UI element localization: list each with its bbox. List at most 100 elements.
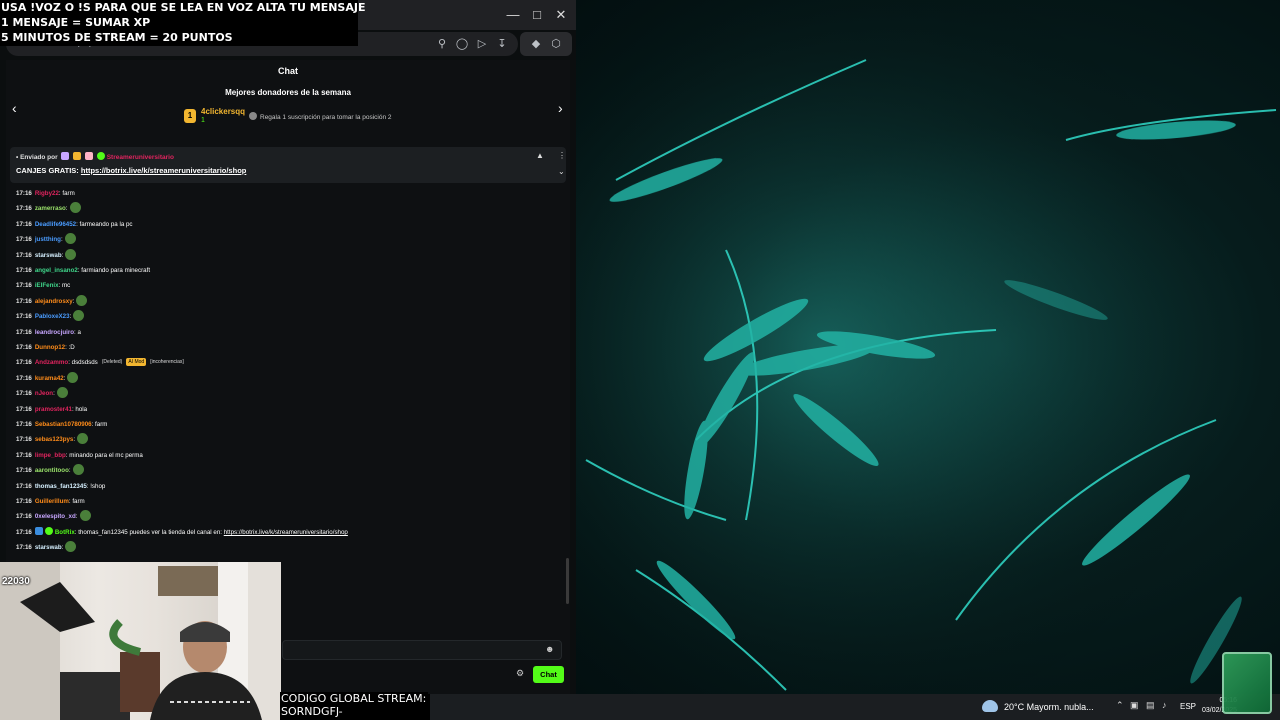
message-username[interactable]: justthing — [35, 236, 61, 243]
emote-icon — [56, 387, 68, 399]
message-username[interactable]: aarontitooo — [35, 467, 69, 474]
volume-icon[interactable]: ♪ — [1162, 700, 1167, 710]
message-text: : farmeando pa la pc — [76, 220, 133, 228]
message-username[interactable]: PabloxeX23 — [35, 313, 70, 320]
message-username[interactable]: Rigby22 — [35, 190, 59, 197]
language-indicator[interactable]: ESP — [1180, 702, 1196, 711]
message-text: : farm — [58, 190, 75, 197]
scrollbar[interactable] — [566, 558, 569, 604]
message-time: 17:16 — [16, 297, 32, 305]
desktop-wallpaper — [576, 0, 1280, 694]
chat-input[interactable]: ☻ — [282, 640, 562, 660]
message-link[interactable]: https://botrix.live/k/streameruniversita… — [224, 529, 348, 536]
message-username[interactable]: nJeon — [35, 390, 53, 397]
pinned-label: CANJES GRATIS: — [16, 166, 79, 175]
pinned-sender: • Enviado por Streameruniversitario — [16, 152, 174, 161]
message-username[interactable]: limpe_bbp — [35, 452, 66, 459]
cube-icon[interactable]: ⬡ — [548, 36, 564, 52]
message-text: : — [61, 251, 64, 259]
message-time: 17:16 — [16, 251, 32, 259]
send-chat-button[interactable]: Chat — [533, 666, 564, 683]
message-username[interactable]: Andzammo — [35, 359, 68, 366]
message-username[interactable]: zamerraso — [35, 205, 66, 212]
message-username[interactable]: starswab — [35, 252, 62, 259]
gear-icon[interactable]: ⚙ — [516, 668, 524, 679]
message-username[interactable]: 0xelespito_xd — [35, 513, 76, 520]
info-icon — [249, 112, 257, 120]
chat-message: 17:16 thomas_fan12345: !shop — [16, 480, 105, 494]
verified-icon — [96, 152, 105, 160]
donor-name[interactable]: 4clickersqq — [201, 107, 245, 116]
minimize-icon[interactable]: — — [504, 6, 522, 24]
message-text: : !shop — [86, 482, 106, 490]
pinned-username[interactable]: Streameruniversitario — [107, 154, 174, 161]
badge-icon — [61, 152, 70, 160]
chevron-up-icon[interactable]: ⌃ — [1116, 700, 1124, 711]
message-time: 17:16 — [16, 513, 32, 521]
chat-message: 17:16 Sebastian10780906: farm — [16, 418, 107, 432]
download-icon[interactable]: ↧ — [494, 36, 510, 52]
message-text: : dsdsdsds — [68, 359, 98, 367]
cloud-icon[interactable] — [982, 700, 998, 712]
message-username[interactable]: Guillerillum — [35, 498, 69, 505]
chevron-left-icon[interactable]: ‹ — [12, 100, 17, 116]
donor-prompt-text: Regala 1 suscripción para tomar la posic… — [260, 114, 392, 121]
message-username[interactable]: sebas123pys — [35, 436, 74, 443]
message-username[interactable]: Dunnop12 — [35, 344, 65, 351]
message-time: 17:16 — [16, 482, 32, 490]
message-text: : — [65, 205, 68, 213]
overlay-line-1: USA !VOZ O !S PARA QUE SE LEA EN VOZ ALT… — [1, 1, 366, 14]
crown-icon — [73, 152, 82, 160]
message-username[interactable]: Sebastian10780906 — [35, 421, 92, 428]
message-username[interactable]: leandrocjuiro — [35, 329, 74, 336]
message-username[interactable]: kurama42 — [35, 375, 64, 382]
message-text: : — [61, 544, 64, 552]
network-icon[interactable]: ▤ — [1146, 700, 1155, 711]
chevron-down-icon[interactable]: ⌄ — [558, 167, 565, 176]
emote-icon — [72, 464, 84, 476]
pinned-link[interactable]: https://botrix.live/k/streameruniversita… — [81, 166, 246, 175]
chat-message: 17:16 Andzammo: dsdsdsds (Deleted) AI Mod [i… — [16, 356, 186, 370]
emoji-icon[interactable]: ☻ — [545, 644, 554, 654]
message-time: 17:16 — [16, 498, 32, 505]
message-username[interactable]: starswab — [35, 544, 62, 551]
chat-title: Chat — [278, 66, 298, 76]
chat-message: 17:16 Dunnop12: :D — [16, 341, 75, 355]
message-username[interactable]: Deadlife96452 — [35, 221, 76, 228]
shield-icon[interactable]: ◯ — [454, 36, 470, 52]
zoom-icon[interactable]: ⚲ — [434, 36, 450, 52]
fern-image — [576, 0, 1280, 694]
chevron-right-icon[interactable]: › — [558, 100, 563, 116]
extensions-area: ◆ ⬡ — [520, 32, 572, 56]
chat-message: 17:16 justthing: — [16, 233, 76, 247]
message-username[interactable]: alejandrosxy — [35, 298, 73, 305]
message-username[interactable]: pramoster41 — [35, 406, 72, 413]
extension-icon[interactable]: ◆ — [528, 36, 544, 52]
maximize-icon[interactable]: □ — [528, 6, 546, 24]
message-username[interactable]: iElFenix — [35, 282, 59, 289]
global-code: CODIGO GLOBAL STREAM: SORNDGFJ- — [280, 692, 428, 720]
donor-prompt: Regala 1 suscripción para tomar la posic… — [249, 112, 392, 121]
pinned-message: • Enviado por Streameruniversitario CANJ… — [10, 147, 566, 183]
message-time: 17:16 — [16, 405, 32, 413]
message-time: 17:16 — [16, 190, 32, 197]
weather-text[interactable]: 20°C Mayorm. nubla... — [1004, 702, 1094, 712]
close-icon[interactable]: ✕ — [552, 6, 570, 24]
more-options-icon[interactable]: ⋮ — [558, 151, 566, 160]
tray-app-icon[interactable]: ▣ — [1130, 700, 1139, 711]
message-text: : mc — [58, 282, 71, 290]
sent-by-label: Enviado por — [20, 154, 58, 161]
message-time: 17:16 — [16, 528, 32, 536]
rank-badge: 1 — [184, 109, 196, 123]
message-text: : :D — [65, 344, 75, 351]
message-username[interactable]: BotRix — [55, 529, 75, 536]
message-username[interactable]: angel_insano2 — [35, 267, 78, 274]
chat-message: 17:16 pramoster41: hola — [16, 403, 87, 417]
ai-mod-badge: AI Mod — [126, 358, 147, 367]
message-time: 17:16 — [16, 374, 32, 382]
play-icon[interactable]: ▷ — [474, 36, 490, 52]
pin-icon[interactable]: ▲ — [536, 151, 544, 160]
message-username[interactable]: thomas_fan12345 — [35, 483, 87, 490]
chat-message: 17:16 zamerraso: — [16, 202, 81, 216]
message-time: 17:16 — [16, 236, 32, 244]
